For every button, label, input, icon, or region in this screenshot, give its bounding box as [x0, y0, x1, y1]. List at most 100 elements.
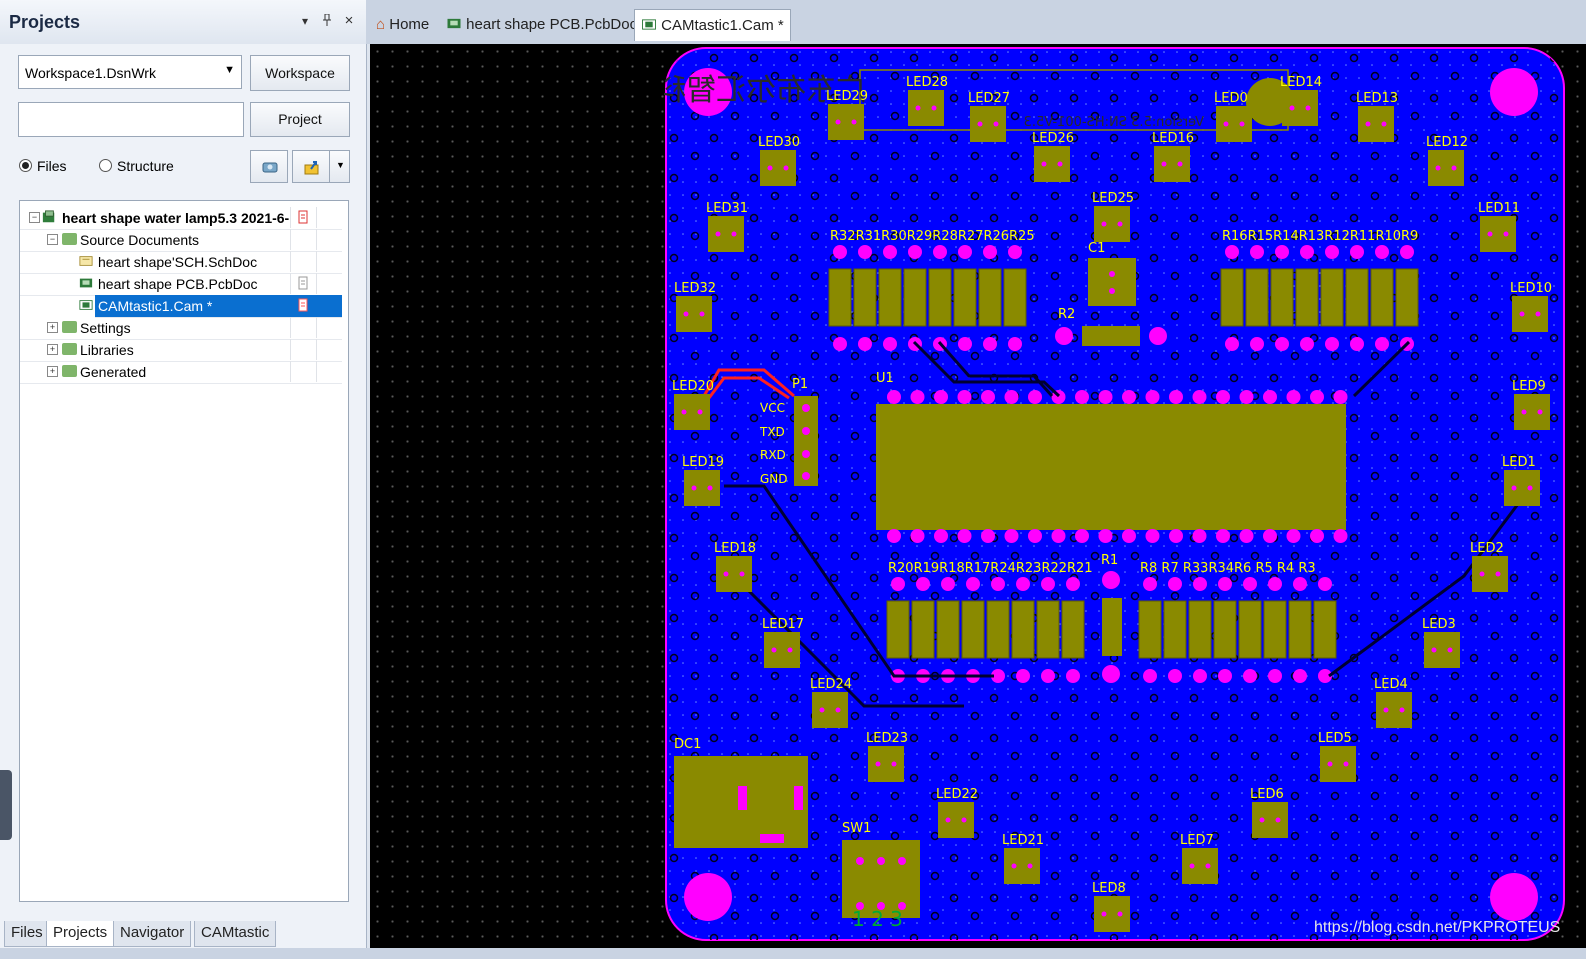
tab-navigator[interactable]: Navigator [113, 921, 192, 947]
resistor-pad [1375, 245, 1389, 259]
tree-row-generated[interactable]: + Generated [20, 361, 342, 384]
tab-camtastic[interactable]: CAMtastic [194, 921, 277, 947]
resistor-pad [991, 577, 1005, 591]
project-button[interactable]: Project [250, 102, 350, 137]
pin-icon[interactable] [320, 13, 334, 28]
resistor-body [1220, 268, 1244, 327]
tree-row-cam[interactable]: CAMtastic1.Cam * [79, 295, 342, 318]
resistor-pad [1250, 245, 1264, 259]
watermark-text: https://blog.csdn.net/PKPROTEUS [1314, 919, 1561, 936]
project-name-field[interactable] [18, 102, 244, 137]
expand-icon[interactable]: + [47, 366, 58, 377]
tree-item-label: CAMtastic1.Cam * [98, 298, 213, 314]
tab-home[interactable]: ⌂ Home [370, 9, 435, 41]
u1-pad [1145, 529, 1160, 543]
led-pad [1503, 231, 1509, 237]
u1-pad [1333, 529, 1348, 543]
u1-pad [981, 529, 995, 543]
structure-radio-label: Structure [117, 158, 174, 174]
silk-version-text: Version:5.3 SN:HS-001-V5.3 [1024, 115, 1204, 130]
resistor-pad [1268, 669, 1282, 683]
led-label: LED16 [1152, 131, 1194, 146]
resistor-pad [1041, 669, 1055, 683]
resistor-pad [1225, 337, 1239, 351]
u1-pad [934, 390, 948, 404]
collapse-icon[interactable]: − [29, 212, 40, 223]
svg-text:R2: R2 [1058, 307, 1075, 322]
led-footprint [676, 296, 712, 332]
resistor-body [961, 600, 985, 659]
resistor-body [936, 600, 960, 659]
led-footprint [716, 556, 752, 592]
modified-doc-icon [298, 210, 308, 224]
tree-row-pcbdoc[interactable]: heart shape PCB.PcbDoc [20, 273, 342, 296]
expand-icon[interactable]: + [47, 322, 58, 333]
led-footprint [812, 692, 848, 728]
led-label: LED13 [1356, 91, 1398, 106]
u1-pad [1075, 529, 1089, 543]
tree-row-settings[interactable]: + Settings [20, 317, 342, 340]
led-pad [891, 761, 897, 767]
resistor-body [1238, 600, 1262, 659]
chevron-down-icon: ▼ [224, 64, 235, 76]
tab-projects[interactable]: Projects [46, 921, 115, 947]
export-button[interactable] [292, 150, 330, 183]
export-dropdown[interactable]: ▼ [329, 150, 350, 183]
tree-row-source-documents[interactable]: − Source Documents [20, 229, 342, 252]
led-pad [783, 165, 789, 171]
u1-pad [910, 529, 925, 543]
u1-pad [1004, 529, 1019, 543]
schematic-doc-icon [79, 256, 93, 266]
led-footprint [1358, 106, 1394, 142]
led-footprint [828, 104, 864, 140]
folder-icon [62, 321, 77, 333]
workspace-button[interactable]: Workspace [250, 55, 350, 91]
led-pad [1447, 647, 1453, 653]
resistor-pad [983, 245, 997, 259]
led-label: LED18 [714, 541, 756, 556]
resistor-pad [1275, 245, 1289, 259]
panel-menu-icon[interactable]: ▾ [298, 14, 312, 28]
resistor-pad [933, 245, 947, 259]
resistor-body [1288, 600, 1312, 659]
svg-text:RXD: RXD [760, 448, 786, 462]
resistor-pad [1016, 577, 1030, 591]
collapse-icon[interactable]: − [47, 234, 58, 245]
led-footprint [1004, 848, 1040, 884]
doc-status-icon [298, 276, 308, 290]
tab-files[interactable]: Files [4, 921, 50, 947]
tab-cam[interactable]: CAMtastic1.Cam * [634, 9, 791, 41]
resistor-pad [983, 337, 997, 351]
u1-pad [1145, 390, 1160, 404]
led-pad [835, 119, 841, 125]
led-label: LED12 [1426, 135, 1468, 150]
files-radio[interactable] [19, 159, 32, 172]
resistor-pad [891, 577, 905, 591]
u1-pad [1169, 390, 1183, 404]
expand-icon[interactable]: + [47, 344, 58, 355]
pcb-board-view[interactable]: 广东布尔汇智科技有限公司 Version:5.3 SN:HS-001-V5.3 … [664, 46, 1568, 944]
tree-row-libraries[interactable]: + Libraries [20, 339, 342, 362]
resistor-pad [1325, 337, 1339, 351]
panel-header: Projects ▾ × [0, 0, 366, 44]
tab-pcbdoc[interactable]: heart shape PCB.PcbDoc [440, 9, 643, 41]
led-pad [1275, 817, 1281, 823]
led-label: LED9 [1512, 379, 1546, 394]
tree-row-project[interactable]: − heart shape water lamp5.3 2021-6- [20, 207, 342, 230]
led-pad [771, 647, 777, 653]
workspace-tree-button[interactable] [250, 150, 288, 183]
svg-text:TXD: TXD [759, 425, 785, 439]
resistor-pad [1268, 577, 1282, 591]
u1-pad [1286, 529, 1301, 543]
led-footprint [1216, 106, 1252, 142]
structure-radio[interactable] [99, 159, 112, 172]
close-icon[interactable]: × [342, 13, 356, 28]
led-pad [731, 231, 737, 237]
workspace-combo[interactable]: Workspace1.DsnWrk ▼ [18, 55, 242, 89]
resistor-pad [1193, 669, 1207, 683]
resistor-body [1138, 600, 1162, 659]
svg-text:1 2 3: 1 2 3 [852, 907, 903, 931]
tree-row-schdoc[interactable]: heart shape'SCH.SchDoc [20, 251, 342, 274]
side-grip[interactable] [0, 770, 12, 840]
pcb-doc-icon [79, 278, 93, 288]
